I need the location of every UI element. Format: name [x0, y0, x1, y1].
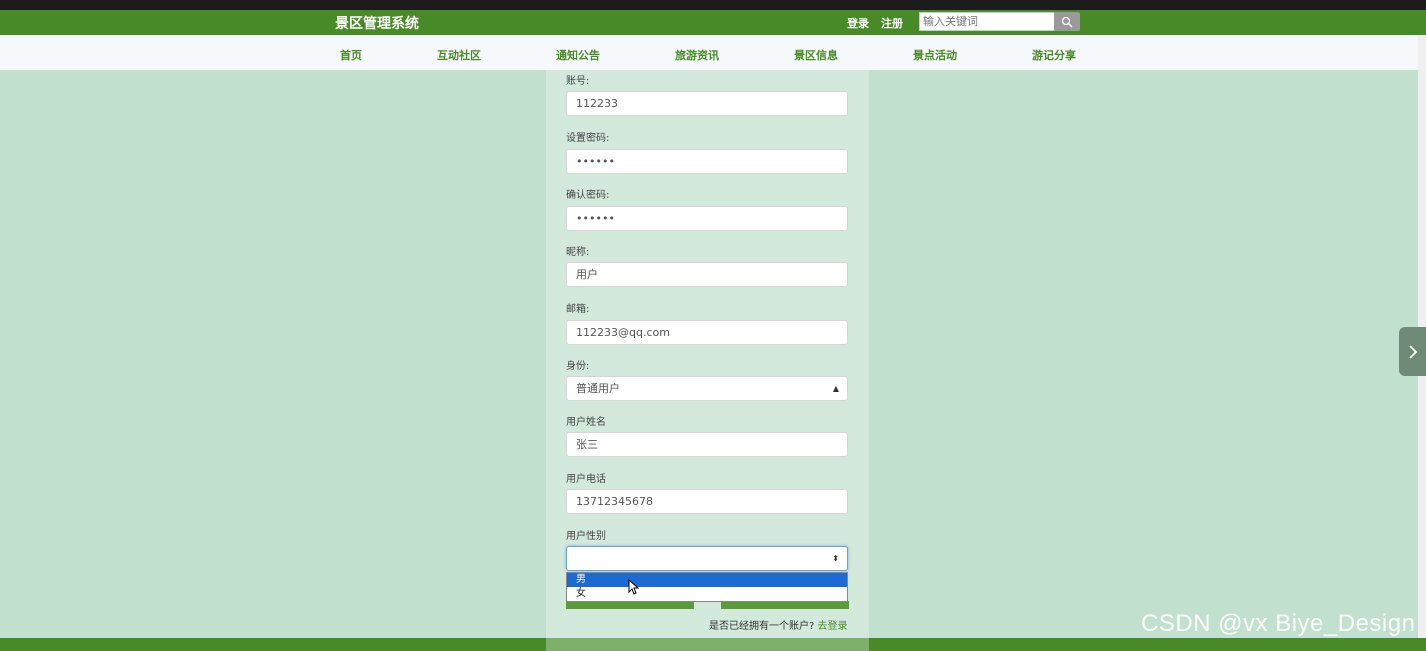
- side-panel-toggle[interactable]: [1399, 327, 1426, 376]
- email-label: 邮箱:: [566, 304, 590, 315]
- select-arrows-icon: ⬍: [832, 554, 839, 563]
- search-input[interactable]: [919, 12, 1059, 31]
- nickname-input[interactable]: 用户: [566, 262, 848, 287]
- mouse-cursor-icon: [628, 579, 639, 595]
- chevron-right-icon: [1408, 344, 1417, 359]
- password-input[interactable]: ••••••: [566, 149, 848, 174]
- password-label: 设置密码:: [566, 133, 610, 144]
- email-input[interactable]: 112233@qq.com: [566, 320, 848, 345]
- phone-label: 用户电话: [566, 474, 606, 485]
- role-select[interactable]: 普通用户 ▲: [566, 376, 848, 401]
- watermark: CSDN @vx Biye_Design: [1141, 610, 1416, 637]
- has-account-text: 是否已经拥有一个账户?: [709, 621, 815, 632]
- name-input[interactable]: 张三: [566, 432, 848, 457]
- confirm-password-input[interactable]: ••••••: [566, 206, 848, 231]
- gender-select[interactable]: ⬍: [566, 546, 848, 571]
- role-select-value: 普通用户: [576, 382, 620, 395]
- nav-item-notice[interactable]: 通知公告: [556, 47, 600, 63]
- name-label: 用户姓名: [566, 417, 606, 428]
- main-nav: 首页 互动社区 通知公告 旅游资讯 景区信息 景点活动 游记分享: [0, 35, 1418, 70]
- panel-footer: [546, 638, 869, 651]
- confirm-password-label: 确认密码:: [566, 190, 610, 201]
- nav-item-scenic-info[interactable]: 景区信息: [794, 47, 838, 63]
- account-input[interactable]: 112233: [566, 91, 848, 116]
- nav-item-travelogues[interactable]: 游记分享: [1032, 47, 1076, 63]
- top-strip: [0, 0, 1426, 10]
- site-title: 景区管理系统: [335, 16, 419, 32]
- select-arrows-icon: ▲: [832, 384, 839, 393]
- account-label: 账号:: [566, 76, 590, 87]
- gender-option-female[interactable]: 女: [567, 587, 847, 601]
- nav-item-activities[interactable]: 景点活动: [913, 47, 957, 63]
- nav-item-community[interactable]: 互动社区: [437, 47, 481, 63]
- gender-option-male[interactable]: 男: [567, 573, 847, 587]
- has-account-note: 是否已经拥有一个账户? 去登录: [709, 617, 848, 632]
- nav-item-travel-news[interactable]: 旅游资讯: [675, 47, 719, 63]
- nickname-label: 昵称:: [566, 247, 590, 258]
- register-link[interactable]: 注册: [881, 15, 903, 31]
- goto-login-link[interactable]: 去登录: [818, 621, 848, 632]
- gender-dropdown: 男 女: [566, 572, 848, 602]
- search-button[interactable]: [1054, 12, 1080, 31]
- submit-button[interactable]: [566, 601, 694, 609]
- login-link[interactable]: 登录: [847, 15, 869, 31]
- header-bar: 景区管理系统 登录 注册: [0, 10, 1426, 35]
- nav-item-home[interactable]: 首页: [340, 47, 362, 63]
- gender-label: 用户性别: [566, 531, 606, 542]
- role-label: 身份:: [566, 361, 590, 372]
- phone-input[interactable]: 13712345678: [566, 489, 848, 514]
- reset-button[interactable]: [721, 601, 849, 609]
- search-icon: [1061, 16, 1073, 27]
